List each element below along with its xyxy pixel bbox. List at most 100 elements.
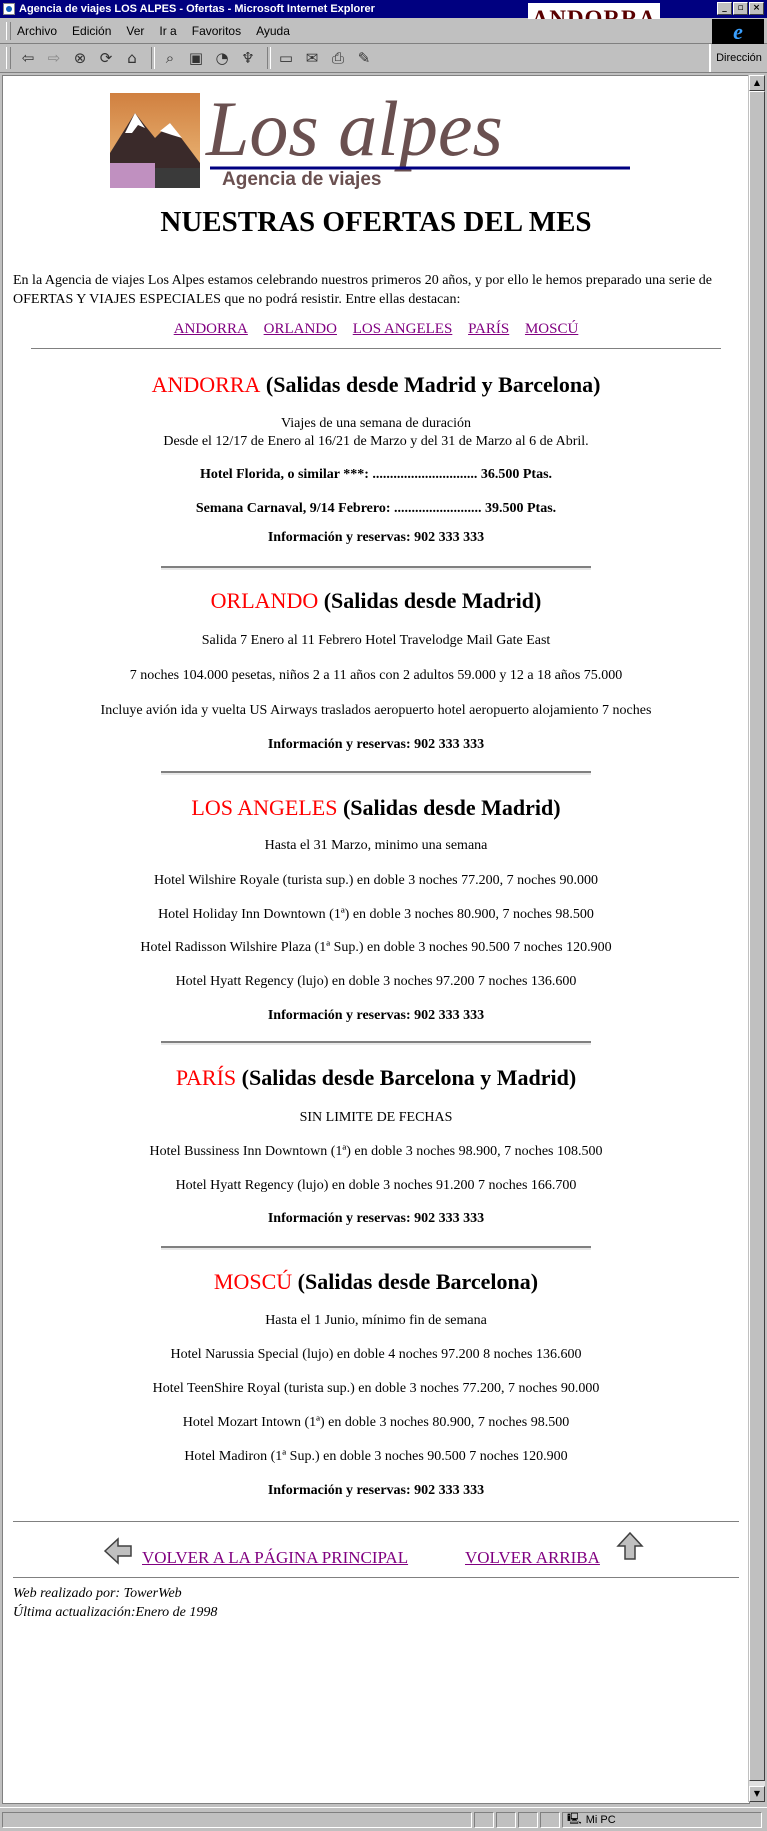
back-icon[interactable]: ⇦ — [17, 47, 39, 69]
channels-icon[interactable]: ♆ — [237, 47, 259, 69]
info-reservas: Información y reservas: 902 333 333 — [267, 737, 485, 752]
back-to-top-link[interactable]: VOLVER ARRIBA — [465, 1548, 600, 1568]
back-to-home-link[interactable]: VOLVER A LA PÁGINA PRINCIPAL — [142, 1548, 408, 1568]
home-icon[interactable]: ⌂ — [121, 47, 143, 69]
divider — [161, 1246, 591, 1250]
status-panel — [496, 1811, 516, 1828]
forward-icon[interactable]: ⇨ — [43, 47, 65, 69]
computer-icon: 🖳 — [567, 1813, 582, 1825]
divider — [13, 1521, 739, 1523]
offer-line: 7 noches 104.000 pesetas, niños 2 a 11 a… — [129, 668, 623, 683]
statusbar: 🖳 Mi PC — [0, 1807, 767, 1831]
departure-info: (Salidas desde Madrid) — [323, 588, 542, 613]
destination-name: PARÍS — [175, 1065, 237, 1090]
offer-line: Hotel Bussiness Inn Downtown (1ª) en dob… — [149, 1144, 603, 1159]
divider — [161, 566, 591, 570]
status-panel — [540, 1811, 560, 1828]
destination-nav: ANDORRA ORLANDO LOS ANGELES PARÍS MOSCÚ — [3, 321, 749, 338]
status-panel — [2, 1811, 472, 1828]
destination-name: MOSCÚ — [213, 1269, 293, 1294]
info-reservas: Información y reservas: 902 333 333 — [267, 1483, 485, 1498]
offer-line: Semana Carnaval, 9/14 Febrero: .........… — [195, 501, 557, 516]
history-icon[interactable]: ◔ — [211, 47, 233, 69]
credit-line: Web realizado por: TowerWeb — [13, 1586, 182, 1601]
offer-line: Hotel Wilshire Royale (turista sup.) en … — [154, 873, 598, 888]
offer-line: Hotel Hyatt Regency (lujo) en doble 3 no… — [175, 1178, 577, 1193]
divider — [161, 1041, 591, 1045]
ie-page-icon — [3, 3, 15, 15]
window-title: Agencia de viajes LOS ALPES - Ofertas - … — [19, 3, 375, 15]
address-label[interactable]: Dirección — [709, 44, 767, 72]
nav-link-moscu[interactable]: MOSCÚ — [525, 321, 578, 337]
maximize-button[interactable]: ▫ — [733, 2, 748, 15]
stop-icon[interactable]: ⊗ — [69, 47, 91, 69]
offer-line: Hotel Florida, o similar ***: ..........… — [199, 467, 553, 482]
ie-logo: e — [712, 19, 764, 44]
favorites-icon[interactable]: ▣ — [185, 47, 207, 69]
status-panel — [474, 1811, 494, 1828]
minimize-button[interactable]: _ — [717, 2, 732, 15]
scroll-up-button[interactable]: ▲ — [749, 75, 765, 91]
up-arrow-icon[interactable] — [615, 1531, 645, 1561]
toolbar-separator — [151, 47, 155, 69]
menu-edicion[interactable]: Edición — [72, 24, 111, 38]
divider — [161, 771, 591, 775]
refresh-icon[interactable]: ⟳ — [95, 47, 117, 69]
menu-archivo[interactable]: Archivo — [17, 24, 57, 38]
section-heading-los-angeles: LOS ANGELES (Salidas desde Madrid) — [3, 795, 749, 821]
nav-link-orlando[interactable]: ORLANDO — [264, 321, 337, 337]
offer-line: Hotel Narussia Special (lujo) en doble 4… — [170, 1347, 582, 1362]
menu-ver[interactable]: Ver — [126, 24, 144, 38]
toolbar-separator — [267, 47, 271, 69]
toolbar: ⇦ ⇨ ⊗ ⟳ ⌂ ⌕ ▣ ◔ ♆ ▭ ✉ ⎙ ✎ — [0, 44, 767, 73]
departure-info: (Salidas desde Barcelona y Madrid) — [241, 1065, 577, 1090]
scroll-thumb[interactable] — [749, 91, 765, 1781]
departure-info: (Salidas desde Barcelona) — [297, 1269, 539, 1294]
menubar-grip — [6, 22, 11, 40]
destination-name: ANDORRA — [151, 372, 261, 397]
menu-ir-a[interactable]: Ir a — [159, 24, 176, 38]
divider — [31, 348, 721, 350]
menu-favoritos[interactable]: Favoritos — [192, 24, 241, 38]
info-reservas: Información y reservas: 902 333 333 — [267, 530, 485, 545]
offer-line: Viajes de una semana de duración — [280, 416, 472, 431]
intro-text: En la Agencia de viajes Los Alpes estamo… — [13, 273, 713, 307]
status-panel — [518, 1811, 538, 1828]
departure-info: (Salidas desde Madrid y Barcelona) — [265, 372, 601, 397]
offer-line: Salida 7 Enero al 11 Febrero Hotel Trave… — [201, 633, 551, 648]
logo-title: Los alpes — [205, 93, 503, 172]
offer-line: Hotel Radisson Wilshire Plaza (1ª Sup.) … — [140, 940, 612, 955]
print-icon[interactable]: ⎙ — [327, 47, 349, 69]
destination-name: LOS ANGELES — [191, 795, 338, 820]
offer-line: Hotel Mozart Intown (1ª) en doble 3 noch… — [182, 1415, 570, 1430]
menu-ayuda[interactable]: Ayuda — [256, 24, 290, 38]
zone-label: Mi PC — [585, 1813, 616, 1826]
section-heading-paris: PARÍS (Salidas desde Barcelona y Madrid) — [3, 1065, 749, 1091]
divider — [13, 1577, 739, 1579]
back-arrow-icon[interactable] — [103, 1536, 133, 1566]
nav-link-paris[interactable]: PARÍS — [468, 321, 509, 337]
page-viewport: Los alpes Agencia de viajes NUESTRAS OFE… — [2, 75, 750, 1804]
section-heading-andorra: ANDORRA (Salidas desde Madrid y Barcelon… — [3, 372, 749, 398]
los-alpes-logo: Los alpes Agencia de viajes — [110, 93, 630, 190]
credits: Web realizado por: TowerWeb Última actua… — [13, 1584, 217, 1622]
mail-icon[interactable]: ✉ — [301, 47, 323, 69]
close-button[interactable]: × — [749, 2, 764, 15]
scroll-down-button[interactable]: ▼ — [749, 1786, 765, 1802]
vertical-scrollbar[interactable]: ▲ ▼ — [748, 75, 765, 1802]
offer-line: Hotel Hyatt Regency (lujo) en doble 3 no… — [175, 974, 577, 989]
search-icon[interactable]: ⌕ — [159, 47, 181, 69]
nav-link-andorra[interactable]: ANDORRA — [174, 321, 248, 337]
menubar: Archivo Edición Ver Ir a Favoritos Ayuda — [0, 19, 767, 44]
ie-logo-icon: e — [733, 18, 743, 44]
security-zone: 🖳 Mi PC — [562, 1811, 762, 1828]
offer-line: Hasta el 31 Marzo, minimo una semana — [264, 838, 488, 853]
section-heading-orlando: ORLANDO (Salidas desde Madrid) — [3, 588, 749, 614]
offer-line: SIN LIMITE DE FECHAS — [299, 1110, 453, 1125]
offer-line: Hotel Holiday Inn Downtown (1ª) en doble… — [158, 907, 594, 922]
info-reservas: Información y reservas: 902 333 333 — [267, 1211, 485, 1226]
offer-line: Hotel TeenShire Royal (turista sup.) en … — [152, 1381, 600, 1396]
nav-link-los-angeles[interactable]: LOS ANGELES — [353, 321, 453, 337]
fullscreen-icon[interactable]: ▭ — [275, 47, 297, 69]
edit-icon[interactable]: ✎ — [353, 47, 375, 69]
